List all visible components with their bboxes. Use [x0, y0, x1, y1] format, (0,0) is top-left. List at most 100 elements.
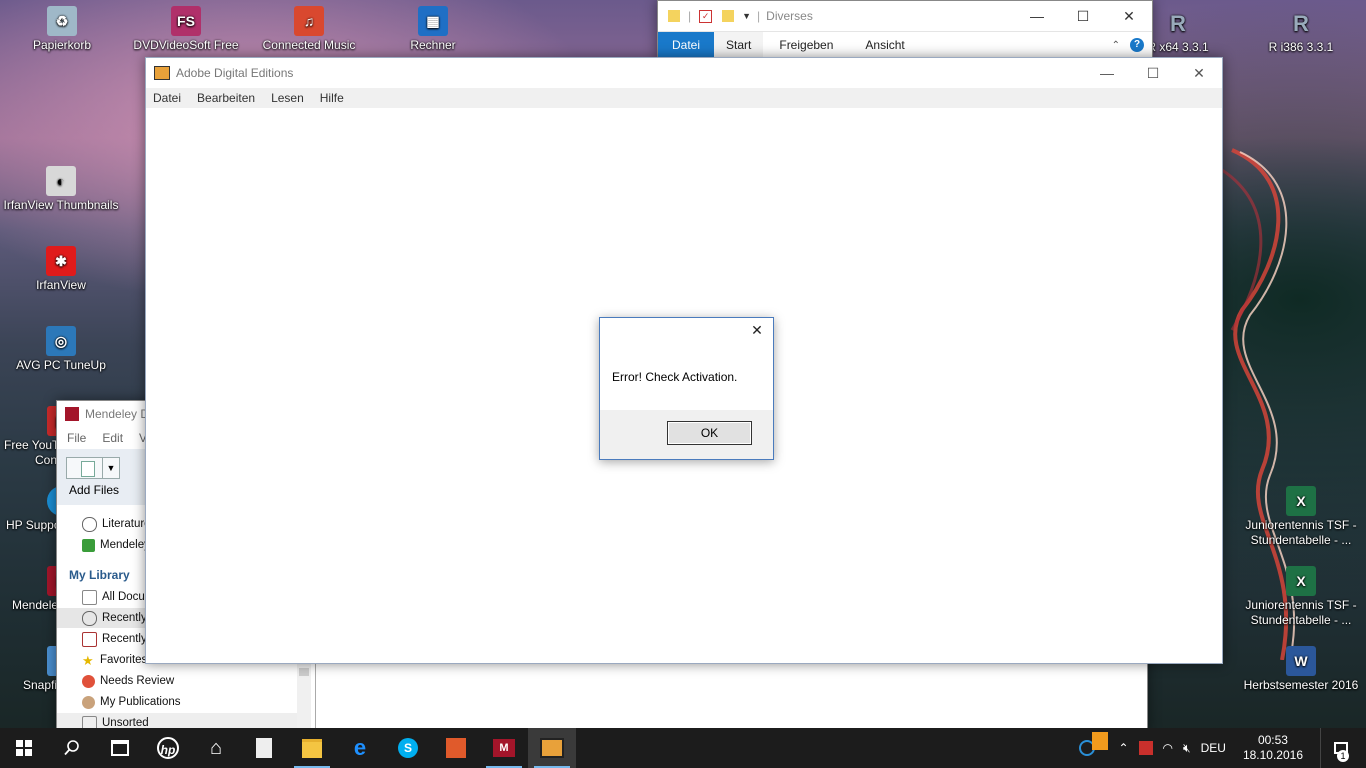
clock-icon	[82, 610, 97, 626]
sidebar-item-all-documents[interactable]: All Docum	[82, 587, 154, 607]
clock[interactable]: 00:53 18.10.2016	[1243, 733, 1303, 763]
taskbar-home[interactable]: ⌂	[192, 728, 240, 768]
mendeley-title: Mendeley D	[85, 407, 150, 421]
tab-ansicht[interactable]: Ansicht	[849, 32, 920, 58]
menu-hilfe[interactable]: Hilfe	[312, 89, 352, 107]
taskbar-file-explorer[interactable]	[288, 728, 336, 768]
warning-badge-icon[interactable]	[1092, 732, 1109, 750]
dialog-close-button[interactable]: ✕	[747, 322, 767, 340]
chevron-up-icon[interactable]: ⌃	[1112, 40, 1120, 51]
adobe-digital-editions-icon	[540, 738, 564, 758]
taskbar-mendeley[interactable]: M	[480, 728, 528, 768]
excel-file-icon: X	[1286, 566, 1316, 596]
user-icon	[82, 695, 95, 709]
chevron-down-icon[interactable]: ▼	[102, 458, 119, 478]
edge-browser-icon: e	[353, 735, 367, 760]
menu-bearbeiten[interactable]: Bearbeiten	[189, 89, 263, 107]
minimize-button[interactable]: —	[1084, 58, 1130, 88]
tab-freigeben[interactable]: Freigeben	[763, 32, 849, 58]
start-button[interactable]	[0, 728, 48, 768]
sidebar-item-mendeley-suggest[interactable]: Mendeley	[82, 535, 150, 555]
close-button[interactable]: ✕	[1106, 1, 1152, 31]
ade-titlebar[interactable]: Adobe Digital Editions — ☐ ✕	[146, 58, 1222, 88]
desktop-icon-label: R i386 3.3.1	[1268, 40, 1334, 54]
add-files-label: Add Files	[69, 483, 120, 497]
error-dialog[interactable]: ✕ Error! Check Activation. OK	[599, 317, 774, 460]
search-button[interactable]	[48, 728, 96, 768]
desktop-icon-word-file[interactable]: W Herbstsemester 2016	[1241, 646, 1361, 693]
help-icon[interactable]: ?	[1130, 38, 1144, 52]
properties-icon[interactable]: ✓	[699, 9, 713, 23]
explorer-title: Diverses	[766, 9, 813, 23]
quick-access-dropdown-icon[interactable]: ▼	[742, 11, 751, 21]
desktop-icon-label: IrfanView Thumbnails	[3, 198, 119, 212]
r-x64-icon: R	[1170, 10, 1186, 36]
needs-review-icon	[82, 674, 95, 688]
tab-datei[interactable]: Datei	[658, 32, 715, 58]
adobe-digital-editions-logo-icon	[154, 66, 170, 80]
menu-datei[interactable]: Datei	[146, 89, 189, 107]
action-center-button[interactable]: 1	[1320, 728, 1361, 768]
add-document-icon	[81, 461, 95, 477]
desktop-icon-excel-file-2[interactable]: X Juniorentennis TSF - Stundentabelle - …	[1241, 566, 1361, 628]
file-explorer-window[interactable]: | ✓ ▼ | Diverses — ☐ ✕ Datei Start Freig…	[657, 0, 1153, 60]
tab-start[interactable]: Start	[714, 32, 764, 58]
desktop-icon-connected-music[interactable]: ♫ Connected Music	[249, 6, 369, 53]
clock-time: 00:53	[1257, 733, 1288, 747]
ade-menubar: Datei Bearbeiten Lesen Hilfe	[146, 88, 1222, 108]
ok-button[interactable]: OK	[667, 421, 752, 445]
notification-count-badge: 1	[1337, 750, 1349, 762]
file-explorer-icon	[302, 738, 322, 758]
desktop-icon-irfanview-thumbnails[interactable]: ◐ IrfanView Thumbnails	[1, 166, 121, 213]
desktop-icon-r-i386[interactable]: R R i386 3.3.1	[1241, 8, 1361, 55]
mendeley-menu-file[interactable]: File	[59, 429, 94, 447]
speaker-muted-icon[interactable]: 🔇︎	[1183, 741, 1191, 756]
sidebar-item-needs-review[interactable]: Needs Review	[82, 671, 174, 691]
maximize-button[interactable]: ☐	[1060, 1, 1106, 31]
sidebar-item-recently-read[interactable]: Recently	[82, 629, 147, 649]
taskbar-edge[interactable]: e	[336, 728, 384, 768]
sidebar-scrollbar[interactable]	[297, 664, 311, 731]
desktop-icon-calculator[interactable]: ▦ Rechner	[373, 6, 493, 53]
sidebar-item-label: My Publications	[100, 696, 181, 708]
connected-music-icon: ♫	[294, 6, 324, 36]
desktop-icon-excel-file-1[interactable]: X Juniorentennis TSF - Stundentabelle - …	[1241, 486, 1361, 548]
maximize-button[interactable]: ☐	[1130, 58, 1176, 88]
taskbar-pdf-reader[interactable]	[432, 728, 480, 768]
desktop-icon-irfanview[interactable]: ✱ IrfanView	[1, 246, 121, 293]
sidebar-item-literature-search[interactable]: Literature	[82, 514, 151, 534]
desktop-icon-label: IrfanView	[36, 278, 86, 292]
taskbar-skype[interactable]: S	[384, 728, 432, 768]
taskbar-adobe-digital-editions[interactable]	[528, 728, 576, 768]
wifi-icon[interactable]: ◠	[1163, 741, 1173, 755]
mendeley-menu-edit[interactable]: Edit	[94, 429, 131, 447]
input-language[interactable]: DEU	[1201, 741, 1226, 755]
sidebar-item-my-publications[interactable]: My Publications	[82, 692, 181, 712]
desktop-icon-label: DVDVideoSoft Free	[133, 38, 239, 52]
taskbar-bookmarks[interactable]	[240, 728, 288, 768]
menu-lesen[interactable]: Lesen	[263, 89, 312, 107]
ade-title: Adobe Digital Editions	[176, 66, 294, 80]
desktop-icon-label: Connected Music	[262, 38, 356, 52]
book-icon	[256, 738, 272, 758]
word-file-icon: W	[1286, 646, 1316, 676]
r-i386-icon: R	[1293, 10, 1309, 36]
sidebar-item-label: Mendeley	[100, 539, 150, 551]
new-folder-icon[interactable]	[722, 10, 735, 22]
close-button[interactable]: ✕	[1176, 58, 1222, 88]
folder-icon	[668, 10, 680, 22]
desktop-icon-dvdvideosoft[interactable]: FS DVDVideoSoft Free	[126, 6, 246, 53]
taskbar: hp ⌂ e S M ⌃ ◠ 🔇︎ DEU 00:53 18.10.2016 1	[0, 728, 1366, 768]
taskbar-store[interactable]	[96, 728, 144, 768]
irfanview-icon: ✱	[46, 246, 76, 276]
desktop-icon-recycle-bin[interactable]: ♻ Papierkorb	[2, 6, 122, 53]
explorer-titlebar[interactable]: | ✓ ▼ | Diverses — ☐ ✕	[658, 1, 1152, 31]
acrobat-tray-icon[interactable]	[1138, 741, 1153, 755]
add-files-button[interactable]: ▼	[66, 457, 120, 479]
sidebar-item-favorites[interactable]: ★ Favorites	[82, 650, 147, 670]
scrollbar-thumb[interactable]	[299, 668, 309, 676]
minimize-button[interactable]: —	[1014, 1, 1060, 31]
taskbar-hp[interactable]: hp	[144, 728, 192, 768]
chevron-up-icon[interactable]: ⌃	[1118, 741, 1128, 755]
desktop-icon-avg-tuneup[interactable]: ◎ AVG PC TuneUp	[1, 326, 121, 373]
